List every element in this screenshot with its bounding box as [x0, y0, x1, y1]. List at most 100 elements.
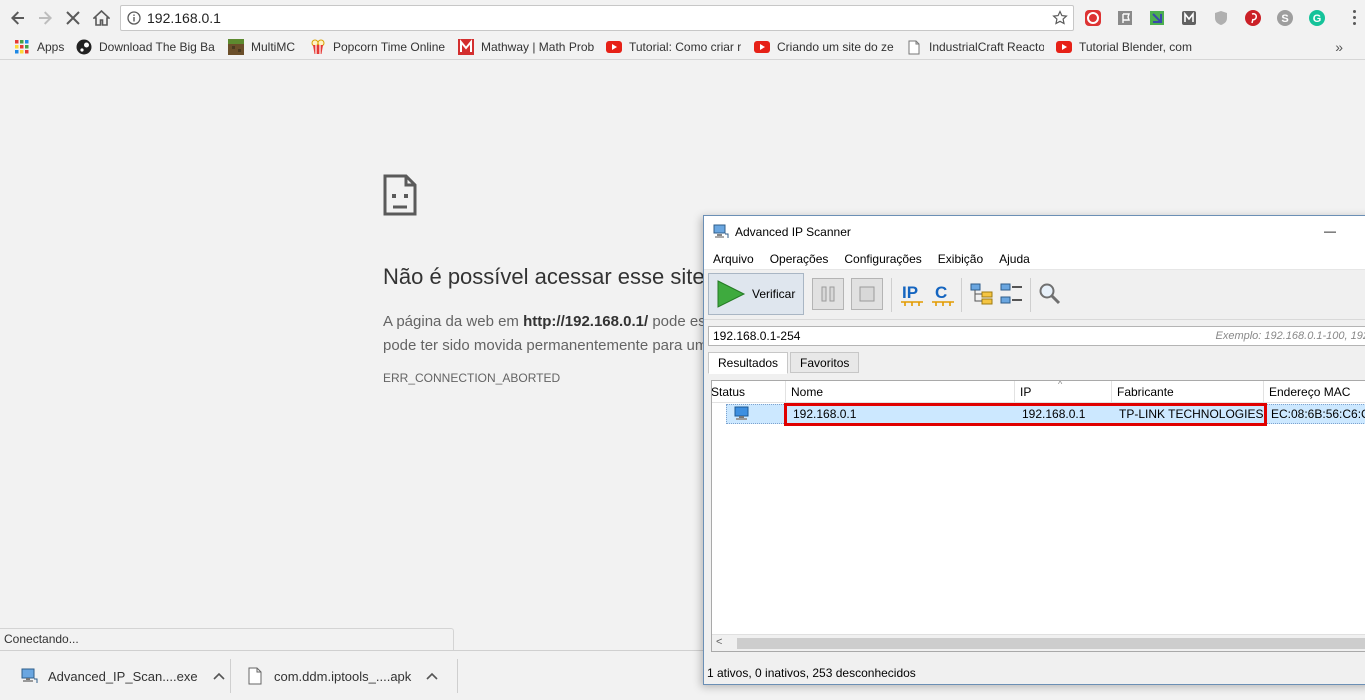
red-highlight-box: [784, 403, 1267, 426]
minecraft-block-icon: [228, 39, 244, 55]
column-status[interactable]: Status: [712, 381, 786, 403]
bookmarks-bar: Apps Download The Big Ba MultiMC Popcorn…: [0, 35, 1365, 60]
menu-arquivo[interactable]: Arquivo: [713, 252, 754, 266]
file-icon: [246, 666, 264, 686]
c-class-button[interactable]: C: [927, 278, 959, 310]
scanner-menubar: Arquivo Operações Configurações Exibição…: [704, 248, 1365, 270]
grid-header: Status Nome IP Fabricante Endereço MAC ^: [712, 381, 1365, 403]
extension-red-icon[interactable]: [1082, 8, 1103, 28]
bookmark-label: IndustrialCraft Reacto: [929, 40, 1044, 54]
network-computer-icon: [713, 224, 729, 238]
search-button[interactable]: [1034, 278, 1066, 310]
arrow-left-icon: [11, 11, 24, 25]
forward-button[interactable]: [31, 4, 59, 32]
tab-resultados[interactable]: Resultados: [708, 352, 789, 374]
apps-grid-icon: [14, 39, 30, 55]
bookmark-mathway[interactable]: Mathway | Math Prob: [452, 36, 600, 58]
browser-menu-icon[interactable]: [1351, 10, 1357, 25]
bookmark-star-icon[interactable]: [1047, 10, 1073, 26]
page-icon: [906, 39, 922, 55]
bookmark-multimc[interactable]: MultiMC: [222, 36, 304, 58]
column-nome[interactable]: Nome: [786, 381, 1015, 403]
more-bookmarks-button[interactable]: »: [1335, 39, 1343, 55]
youtube-icon: [606, 39, 622, 55]
column-endereco-mac[interactable]: Endereço MAC: [1264, 381, 1365, 403]
play-icon: [717, 280, 746, 308]
chevron-up-icon[interactable]: [426, 669, 438, 683]
results-tabs: Resultados Favoritos: [708, 352, 861, 374]
bookmark-popcorn-time[interactable]: Popcorn Time Online: [304, 36, 452, 58]
home-icon: [92, 10, 110, 26]
bookmark-industrialcraft[interactable]: IndustrialCraft Reacto: [900, 36, 1050, 58]
verify-button[interactable]: Verificar: [708, 273, 804, 315]
download-item[interactable]: com.ddm.iptools_....apk: [246, 660, 438, 692]
network-computer-icon: [20, 666, 38, 686]
bookmark-label: Popcorn Time Online: [333, 40, 446, 54]
extension-green-icon[interactable]: [1146, 8, 1167, 28]
column-fabricante[interactable]: Fabricante: [1112, 381, 1264, 403]
bookmark-download-big-ba[interactable]: Download The Big Ba: [70, 36, 222, 58]
bookmark-criando-site[interactable]: Criando um site do ze: [748, 36, 900, 58]
skype-icon[interactable]: S: [1274, 8, 1295, 28]
scroll-left-button[interactable]: <: [716, 636, 722, 648]
pinterest-icon[interactable]: [1242, 8, 1263, 28]
svg-text:C: C: [935, 283, 947, 302]
browser-toolbar: 192.168.0.1 S G: [0, 0, 1365, 35]
expand-all-button[interactable]: [966, 278, 998, 310]
error-message-prefix: A página da web em: [383, 313, 524, 330]
tab-favoritos[interactable]: Favoritos: [790, 352, 860, 373]
bookmark-tutorial-blender[interactable]: Tutorial Blender, com: [1050, 36, 1198, 58]
extension-m-icon[interactable]: [1178, 8, 1199, 28]
close-icon: [66, 11, 80, 25]
window-title: Advanced IP Scanner: [735, 225, 851, 239]
bookmark-label: Apps: [37, 40, 64, 54]
ip-scanner-window: Advanced IP Scanner — Arquivo Operações …: [703, 215, 1365, 685]
menu-ajuda[interactable]: Ajuda: [999, 252, 1030, 266]
bookmark-label: MultiMC: [251, 40, 295, 54]
arrow-right-icon: [39, 11, 52, 25]
download-filename: Advanced_IP_Scan....exe: [48, 668, 198, 684]
grammarly-icon[interactable]: G: [1306, 8, 1327, 28]
info-icon[interactable]: [121, 11, 147, 25]
back-button[interactable]: [4, 4, 32, 32]
menu-operacoes[interactable]: Operações: [770, 252, 829, 266]
extensions-bar: S G: [1082, 8, 1327, 28]
extension-flag-icon[interactable]: [1114, 8, 1135, 28]
collapse-all-button[interactable]: [996, 278, 1028, 310]
menu-exibicao[interactable]: Exibição: [938, 252, 983, 266]
column-ip[interactable]: IP: [1015, 381, 1112, 403]
url-text[interactable]: 192.168.0.1: [147, 10, 1047, 26]
download-separator: [230, 659, 231, 693]
extension-shield-icon[interactable]: [1210, 8, 1231, 28]
toolbar-separator: [961, 278, 962, 312]
ip-range-input[interactable]: 192.168.0.1-254 Exemplo: 192.168.0.1-100…: [708, 326, 1365, 346]
scrollbar-thumb[interactable]: [737, 638, 1365, 649]
pause-button[interactable]: [812, 278, 844, 310]
horizontal-scrollbar[interactable]: <: [712, 634, 1365, 651]
bookmark-label: Tutorial: Como criar r: [629, 40, 742, 54]
chevron-up-icon[interactable]: [213, 669, 225, 683]
home-button[interactable]: [87, 4, 115, 32]
download-separator: [457, 659, 458, 693]
stop-icon: [859, 286, 875, 302]
mathway-icon: [458, 39, 474, 55]
pause-icon: [821, 286, 835, 302]
bookmark-apps[interactable]: Apps: [8, 36, 70, 58]
address-bar[interactable]: 192.168.0.1: [120, 5, 1074, 31]
popcorn-icon: [310, 39, 326, 55]
bookmark-label: Tutorial Blender, com: [1079, 40, 1192, 54]
download-item[interactable]: Advanced_IP_Scan....exe: [20, 660, 225, 692]
window-titlebar: Advanced IP Scanner —: [704, 216, 1365, 248]
tree-collapse-icon: [1000, 283, 1022, 304]
table-row[interactable]: 192.168.0.1 192.168.0.1 TP-LINK TECHNOLO…: [712, 403, 1365, 426]
ip-class-button[interactable]: IP: [896, 278, 928, 310]
bookmark-tutorial-como-criar[interactable]: Tutorial: Como criar r: [600, 36, 748, 58]
ip-range-value[interactable]: 192.168.0.1-254: [713, 329, 1215, 343]
stop-button[interactable]: [59, 4, 87, 32]
stop-scan-button[interactable]: [851, 278, 883, 310]
minimize-button[interactable]: —: [1324, 224, 1336, 238]
menu-configuracoes[interactable]: Configurações: [844, 252, 921, 266]
bookmark-label: Download The Big Ba: [99, 40, 215, 54]
download-filename: com.ddm.iptools_....apk: [274, 668, 412, 684]
bookmark-label: Criando um site do ze: [777, 40, 894, 54]
